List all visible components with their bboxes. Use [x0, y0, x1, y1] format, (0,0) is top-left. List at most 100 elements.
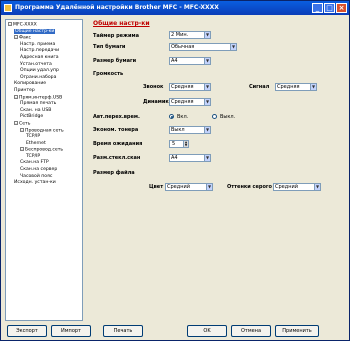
window-title: Программа Удалённой настройки Brother MF… — [15, 4, 219, 11]
color-value: Средний — [167, 184, 190, 190]
mode-timer-label: Таймер режима — [93, 33, 139, 39]
collapse-icon[interactable]: - — [14, 35, 18, 40]
tree-item[interactable]: Скан.на сервер — [7, 167, 81, 174]
chevron-down-icon: ▼ — [204, 32, 210, 38]
paper-type-select[interactable]: Обычная ▼ — [169, 43, 237, 51]
tree-item-label: TCP/IP — [26, 153, 41, 159]
tree-item[interactable]: Исходн. устан-ки — [7, 180, 81, 187]
cancel-button[interactable]: Отмена — [231, 325, 271, 337]
gray-label: Оттенки серого — [227, 184, 272, 190]
chevron-down-icon: ▼ — [204, 84, 210, 90]
tree-item-label: Ethernet — [26, 140, 46, 146]
glass-scan-size-value: A4 — [171, 155, 178, 161]
tree-item-label: Ограни.набора — [20, 74, 57, 80]
chevron-down-icon: ▼ — [230, 44, 236, 50]
tree-item-label: Адресная книга — [20, 54, 59, 60]
ring-select[interactable]: Средняя ▼ — [169, 83, 211, 91]
paper-type-value: Обычная — [171, 44, 195, 50]
speaker-select[interactable]: Средняя ▼ — [169, 98, 211, 106]
collapse-icon[interactable]: - — [20, 127, 24, 132]
remote-setup-window: Программа Удалённой настройки Brother MF… — [0, 0, 350, 341]
color-label: Цвет — [149, 184, 164, 190]
collapse-icon[interactable]: - — [14, 94, 18, 99]
chevron-down-icon: ▼ — [204, 58, 210, 64]
tree-item-label: Скан.на FTP — [20, 160, 49, 166]
tree-item[interactable]: Прямая печать — [7, 101, 81, 108]
toner-save-label: Эконом. тонера — [93, 127, 139, 133]
tree-item[interactable]: Общие настр-ки — [7, 28, 81, 36]
tree-item-label: Беспровод.сеть — [25, 147, 64, 153]
paper-size-select[interactable]: A4 ▼ — [169, 57, 211, 65]
ring-label: Звонок — [143, 84, 164, 90]
glass-scan-size-label: Разм.стекл.скан — [93, 155, 141, 161]
title-bar[interactable]: Программа Удалённой настройки Brother MF… — [1, 1, 349, 15]
collapse-icon[interactable]: - — [8, 22, 12, 26]
tree-item[interactable]: Ethernet — [7, 141, 81, 148]
collapse-icon[interactable]: - — [20, 147, 24, 152]
sleep-time-label: Время ожидания — [93, 141, 143, 147]
paper-type-label: Тип бумаги — [93, 44, 126, 50]
title-buttons: _ □ × — [312, 3, 347, 13]
tree-item[interactable]: - Беспровод.сеть — [7, 147, 81, 154]
speaker-value: Средняя — [171, 99, 194, 105]
panel-title: Общие настр-ки — [93, 20, 150, 27]
tree-item-label: Устан.отчета — [20, 61, 52, 67]
mode-timer-select[interactable]: 2 Мин. ▼ — [169, 31, 211, 39]
tree-item[interactable]: TCP/IP — [7, 134, 81, 141]
tree-item[interactable]: - Проводная сеть — [7, 127, 81, 135]
chevron-down-icon: ▼ — [204, 127, 210, 133]
print-button[interactable]: Печать — [103, 325, 143, 337]
tree-item-label: Сеть — [19, 121, 31, 127]
import-button[interactable]: Импорт — [51, 325, 91, 337]
tree-item-label: Скан.на сервер — [20, 167, 58, 173]
glass-scan-size-select[interactable]: A4 ▼ — [169, 154, 211, 162]
tree-item[interactable]: Адресная книга — [7, 55, 81, 62]
paper-size-value: A4 — [171, 58, 178, 64]
close-button[interactable]: × — [336, 3, 347, 13]
tree-item-label: Исходн. устан-ки — [14, 180, 56, 186]
minimize-button[interactable]: _ — [312, 3, 323, 13]
tree-item[interactable]: - Факс — [7, 35, 81, 42]
tree-item-label: Проводная сеть — [25, 128, 64, 133]
tree-item[interactable]: - Сеть — [7, 120, 81, 128]
tree-item[interactable]: Скан. на USB — [7, 108, 81, 115]
tree-item-label: Принтер — [14, 87, 35, 93]
spin-arrows-icon[interactable]: ▲ ▼ — [183, 141, 188, 147]
tree-item-label: MFC-XXXX — [13, 22, 37, 28]
tree-item[interactable]: Опции удал.упр — [7, 68, 81, 75]
tree-item-label: Настр. приема — [20, 41, 56, 47]
sleep-time-spinner[interactable]: 5 ▲ ▼ — [169, 140, 189, 148]
tree-item[interactable]: - MFC-XXXX — [7, 22, 81, 29]
export-button[interactable]: Экспорт — [7, 325, 47, 337]
auto-dst-on-radio[interactable] — [169, 114, 174, 119]
ok-button[interactable]: OK — [187, 325, 227, 337]
gray-select[interactable]: Средний ▼ — [273, 183, 321, 191]
maximize-button[interactable]: □ — [324, 3, 335, 13]
tree-item[interactable]: Настр.передачи — [7, 48, 81, 55]
collapse-icon[interactable]: - — [14, 120, 18, 125]
tree-item-label: Прямая печать — [20, 101, 57, 107]
beeper-value: Средняя — [277, 84, 300, 90]
tree-item[interactable]: Принтер — [7, 88, 81, 95]
tree-item-label: Опции удал.упр — [20, 68, 59, 74]
auto-dst-label: Авт.перех.врем. — [93, 114, 140, 120]
beeper-select[interactable]: Средняя ▼ — [275, 83, 317, 91]
tree-item-label: Копирование — [14, 81, 47, 87]
tree-item[interactable]: PictBridge — [7, 114, 81, 121]
tree-item-label: Настр.передачи — [20, 48, 60, 54]
auto-dst-off-radio[interactable] — [212, 114, 217, 119]
speaker-label: Динамик — [143, 99, 169, 105]
toner-save-value: Выкл — [171, 127, 185, 133]
chevron-down-icon: ▼ — [204, 99, 210, 105]
auto-dst-off-label: Выкл. — [220, 114, 236, 120]
chevron-down-icon: ▼ — [204, 155, 210, 161]
tree-item-label: Часовой пояс — [20, 173, 53, 179]
tree-item-label: Скан. на USB — [20, 107, 52, 113]
settings-tree[interactable]: - MFC-XXXX Общие настр-ки - Факс Настр. прием… — [5, 19, 83, 321]
volume-label: Громкость — [93, 71, 124, 77]
toner-save-select[interactable]: Выкл ▼ — [169, 126, 211, 134]
color-select[interactable]: Средний ▼ — [165, 183, 213, 191]
apply-button[interactable]: Применить — [275, 325, 319, 337]
file-size-label: Размер файла — [93, 170, 135, 176]
tree-item[interactable]: Копирование — [7, 81, 81, 88]
